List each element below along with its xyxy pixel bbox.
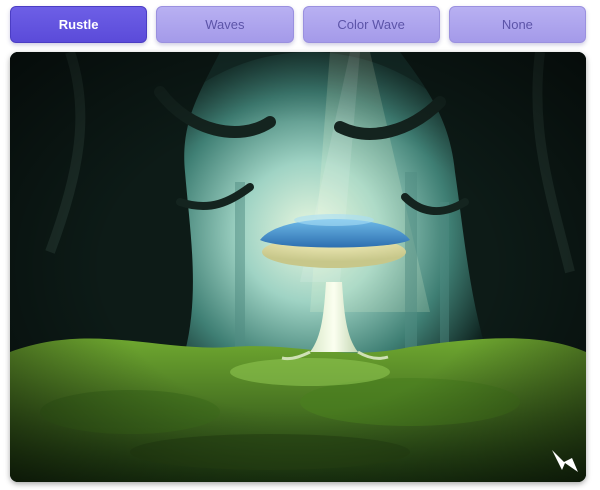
image-viewer bbox=[10, 52, 586, 482]
tab-waves[interactable]: Waves bbox=[156, 6, 294, 43]
tab-rustle[interactable]: Rustle bbox=[10, 6, 148, 43]
mushroom-forest-image bbox=[10, 52, 586, 482]
tab-color-wave[interactable]: Color Wave bbox=[302, 6, 440, 43]
effect-tab-bar: Rustle Waves Color Wave None bbox=[10, 6, 586, 45]
tab-none[interactable]: None bbox=[448, 6, 586, 43]
brand-logo-icon bbox=[552, 450, 578, 472]
